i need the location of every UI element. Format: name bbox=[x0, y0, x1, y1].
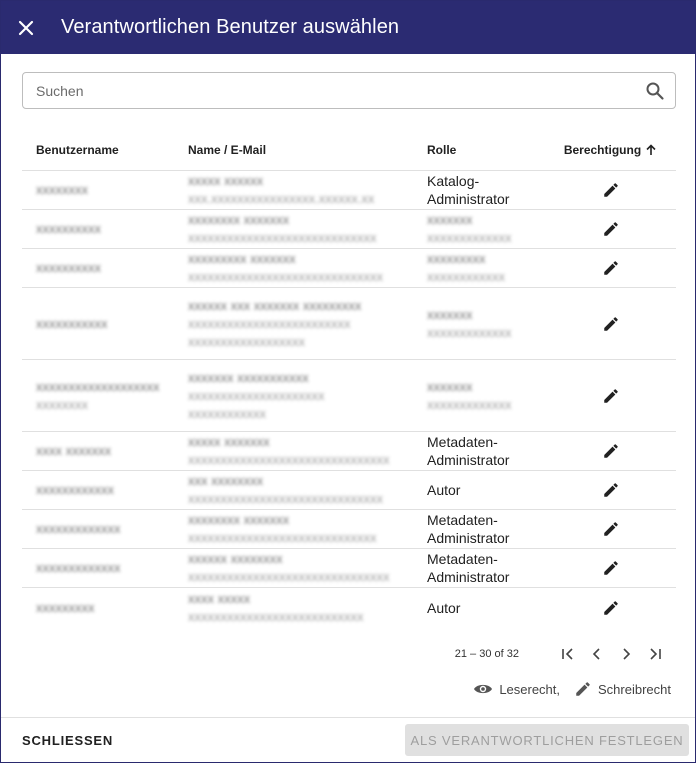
role-cell-redacted: xxxxxxx bbox=[427, 212, 473, 227]
set-responsible-button[interactable]: ALS VERANTWORTLICHEN FESTLEGEN bbox=[405, 724, 689, 756]
email-cell: xxxxxxxxxxxxxxxxxxxxxxxxx bbox=[188, 315, 351, 331]
table-row[interactable]: xxxxxxxxxx xxxxxxxx xxxxxxx xxxxxxxxxxxxx… bbox=[22, 210, 676, 249]
legend-read-label: Leserecht, bbox=[499, 681, 561, 697]
email-cell: xxxxxxxxxxxxxxxxxxxxxxxxxxxxxx bbox=[188, 269, 383, 284]
email-cell: xxxxxxxxxxxxxxxxxxxxxxxxxxxxx bbox=[188, 230, 377, 245]
name-cell: xxxxxxxxx xxxxxxx bbox=[188, 251, 296, 266]
pencil-icon bbox=[576, 682, 590, 696]
name-cell: xxxxxx xxx xxxxxxx xxxxxxxxx bbox=[188, 297, 362, 313]
table-row[interactable]: xxxxxxxxxxx xxxxxx xxx xxxxxxx xxxxxxxxx… bbox=[22, 288, 676, 360]
pencil-icon[interactable] bbox=[600, 257, 622, 279]
pencil-icon[interactable] bbox=[600, 557, 622, 579]
role-cell-redacted: xxxxxxx bbox=[427, 306, 473, 322]
search-icon[interactable] bbox=[645, 81, 665, 101]
table-row[interactable]: xxxxxxxxx xxxx xxxxx xxxxxxxxxxxxxxxxxxxx… bbox=[22, 588, 676, 627]
header-permission-label: Berechtigung bbox=[563, 142, 642, 157]
name-cell: xxxxx xxxxxxx bbox=[188, 434, 270, 449]
arrow-up-icon bbox=[646, 143, 656, 155]
close-button[interactable]: SCHLIESSEN bbox=[22, 733, 113, 748]
name-cell: xxx xxxxxxxx bbox=[188, 473, 264, 488]
header-role[interactable]: Rolle bbox=[427, 143, 545, 157]
pencil-icon[interactable] bbox=[600, 597, 622, 619]
table-row[interactable]: xxxx xxxxxxx xxxxx xxxxxxx xxxxxxxxxxxxxx… bbox=[22, 432, 676, 471]
table-row[interactable]: xxxxxxxxxxxxxxxxxxx xxxxxxxx xxxxxxx xxxx… bbox=[22, 360, 676, 432]
dialog-footer: SCHLIESSEN ALS VERANTWORTLICHEN FESTLEGE… bbox=[1, 717, 695, 762]
name-cell: xxxxxxxx xxxxxxx bbox=[188, 212, 290, 227]
username-cell: xxxxxxxxxxxxx bbox=[36, 521, 121, 536]
role-cell: Autor bbox=[427, 482, 461, 498]
username-cell: xxxxxxxxxxx bbox=[36, 315, 108, 331]
search-input[interactable] bbox=[36, 82, 645, 99]
name-cell: xxxxxxxx xxxxxxx bbox=[188, 512, 290, 527]
search-field[interactable] bbox=[22, 72, 676, 109]
name-cell: xxxxxx xxxxxxxx bbox=[188, 551, 283, 566]
table-row[interactable]: xxxxxxxxxxxx xxx xxxxxxxx xxxxxxxxxxxxxxx… bbox=[22, 471, 676, 510]
email-cell: xxxxxxxxxxxxxxxxxxxxx bbox=[188, 387, 325, 403]
username-cell: xxxx xxxxxxx bbox=[36, 443, 112, 458]
pencil-icon[interactable] bbox=[600, 518, 622, 540]
role-cell: Metadaten-Administrator bbox=[427, 434, 510, 468]
table-row[interactable]: xxxxxxxxxxxxx xxxxxxxx xxxxxxx xxxxxxxxxx… bbox=[22, 510, 676, 549]
legend-write-label: Schreibrecht bbox=[598, 681, 671, 697]
username-cell: xxxxxxxxx bbox=[36, 599, 95, 615]
role-cell-redacted: xxxxxxx bbox=[427, 378, 473, 394]
name-cell: xxxxxxx xxxxxxxxxxx bbox=[188, 369, 309, 385]
users-table: Benutzername Name / E-Mail Rolle Berecht… bbox=[22, 129, 676, 627]
table-header: Benutzername Name / E-Mail Rolle Berecht… bbox=[22, 129, 676, 171]
table-row[interactable]: xxxxxxxxxxxxx xxxxxx xxxxxxxx xxxxxxxxxxx… bbox=[22, 549, 676, 588]
email-cell: xxxxxxxxxxxxxxxxxxxxxxxxxxxxx bbox=[188, 530, 377, 545]
table-row[interactable]: xxxxxxxx xxxxx xxxxxx xxx.xxxxxxxxxxxxxxx… bbox=[22, 171, 676, 210]
next-page-icon[interactable] bbox=[616, 644, 636, 664]
pencil-icon[interactable] bbox=[600, 218, 622, 240]
name-cell: xxxx xxxxx bbox=[188, 590, 251, 606]
username-cell: xxxxxxxxxxxx bbox=[36, 482, 114, 497]
role-cell: Metadaten-Administrator bbox=[427, 512, 510, 546]
role-cell: Metadaten-Administrator bbox=[427, 551, 510, 585]
header-username[interactable]: Benutzername bbox=[22, 143, 188, 157]
email-cell: xxx.xxxxxxxxxxxxxxxx.xxxxxx.xx bbox=[188, 191, 375, 206]
legend-write: Schreibrecht bbox=[574, 680, 671, 698]
email-cell: xxxxxxxxxxxxxxxxxxxxxxxxxxxxxx bbox=[188, 491, 383, 506]
dialog-header: Verantwortlichen Benutzer auswählen bbox=[1, 1, 695, 54]
role-cell-redacted: xxxxxxxxx bbox=[427, 251, 486, 266]
pencil-icon[interactable] bbox=[600, 479, 622, 501]
role-cell: Katalog-Administrator bbox=[427, 173, 510, 207]
paginator-range-label: 21 – 30 of 32 bbox=[454, 648, 519, 660]
username-cell: xxxxxxxx bbox=[36, 182, 88, 197]
eye-icon bbox=[474, 684, 493, 694]
email-cell: xxxxxxxxxxxxxxxxxxxxxxxxxxxxxxx bbox=[188, 452, 390, 467]
table-row[interactable]: xxxxxxxxxx xxxxxxxxx xxxxxxx xxxxxxxxxxxx… bbox=[22, 249, 676, 288]
legend-read: Leserecht, bbox=[473, 682, 560, 697]
pencil-icon[interactable] bbox=[600, 313, 622, 335]
permission-legend: Leserecht, Schreibrecht bbox=[473, 680, 671, 698]
name-cell: xxxxx xxxxxx bbox=[188, 173, 264, 188]
first-page-icon[interactable] bbox=[558, 644, 578, 664]
username-cell: xxxxxxxxxxxxx bbox=[36, 560, 121, 575]
header-name-email[interactable]: Name / E-Mail bbox=[188, 143, 427, 157]
role-cell: Autor bbox=[427, 599, 461, 616]
last-page-icon[interactable] bbox=[645, 644, 665, 664]
select-responsible-user-dialog: Verantwortlichen Benutzer auswählen Benu… bbox=[0, 0, 696, 763]
previous-page-icon[interactable] bbox=[587, 644, 607, 664]
pencil-icon[interactable] bbox=[600, 179, 622, 201]
close-icon[interactable] bbox=[15, 17, 37, 39]
paginator: 21 – 30 of 32 bbox=[1, 644, 695, 664]
pencil-icon[interactable] bbox=[600, 440, 622, 462]
username-cell: xxxxxxxxxxxxxxxxxxx bbox=[36, 378, 160, 394]
email-cell: xxxxxxxxxxxxxxxxxxxxxxxxxxxxxxx bbox=[188, 569, 390, 584]
username-cell: xxxxxxxxxx bbox=[36, 221, 101, 236]
header-permission[interactable]: Berechtigung bbox=[545, 143, 676, 157]
dialog-title: Verantwortlichen Benutzer auswählen bbox=[61, 16, 400, 38]
pencil-icon[interactable] bbox=[600, 385, 622, 407]
username-cell: xxxxxxxxxx bbox=[36, 260, 101, 275]
email-cell: xxxxxxxxxxxxxxxxxxxxxxxxxxx bbox=[188, 608, 364, 624]
